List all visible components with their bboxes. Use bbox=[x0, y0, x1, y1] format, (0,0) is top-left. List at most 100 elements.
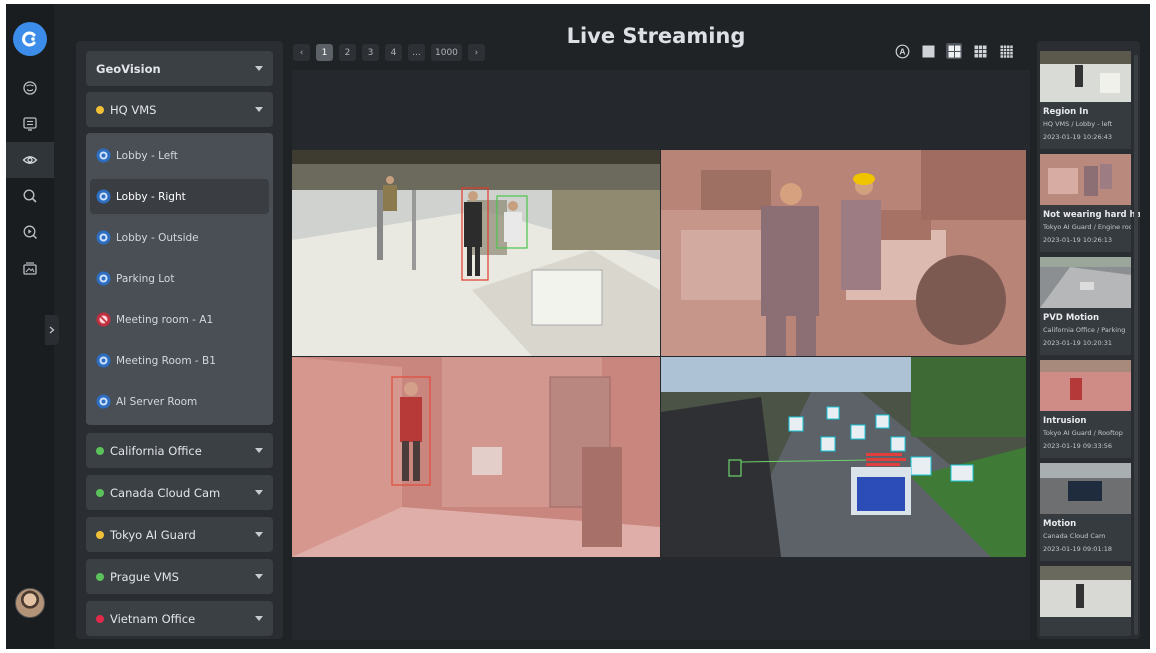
tree-group-prague-vms[interactable]: Prague VMS bbox=[86, 559, 273, 594]
logo-icon bbox=[22, 31, 36, 47]
pager-page-2[interactable]: 2 bbox=[339, 44, 356, 61]
pager-page-4[interactable]: 4 bbox=[385, 44, 402, 61]
auto-layout-button[interactable]: A bbox=[894, 43, 910, 59]
highway-camera-feed bbox=[661, 357, 1026, 557]
tree-group-canada-cloud-cam[interactable]: Canada Cloud Cam bbox=[86, 475, 273, 510]
camera-ok-icon bbox=[96, 353, 111, 368]
camera-item-lobby-right[interactable]: Lobby - Right bbox=[90, 179, 269, 214]
event-source: HQ VMS / Lobby - left bbox=[1043, 120, 1113, 128]
rail-item-face[interactable] bbox=[6, 70, 54, 106]
caret-down-icon[interactable] bbox=[255, 448, 263, 453]
status-dot-green bbox=[96, 446, 104, 455]
event-thumbnail bbox=[1040, 566, 1131, 617]
event-card[interactable] bbox=[1040, 566, 1131, 636]
layout-switcher: A bbox=[894, 43, 1014, 59]
video-tile-lobby[interactable] bbox=[292, 150, 660, 356]
rail-item-search[interactable] bbox=[6, 178, 54, 214]
event-title: PVD Motion bbox=[1043, 313, 1099, 323]
layout-3x3-icon bbox=[974, 45, 986, 57]
video-tile-highway[interactable] bbox=[661, 357, 1026, 557]
layout-2x2-button[interactable] bbox=[946, 43, 962, 59]
event-title: Region In bbox=[1043, 107, 1089, 117]
event-card[interactable]: Intrusion Tokyo AI Guard / Rooftop 2023-… bbox=[1040, 360, 1131, 458]
rail-item-live-view[interactable] bbox=[6, 142, 54, 178]
panel-expand-button[interactable] bbox=[45, 315, 59, 345]
group-label: Canada Cloud Cam bbox=[110, 485, 221, 500]
camera-item-parking-lot[interactable]: Parking Lot bbox=[90, 261, 269, 296]
event-card[interactable]: PVD Motion California Office / Parking 2… bbox=[1040, 257, 1131, 355]
tree-group-hq-vms[interactable]: HQ VMS bbox=[86, 92, 273, 127]
tree-group-tokyo-ai-guard[interactable]: Tokyo AI Guard bbox=[86, 517, 273, 552]
camera-label: Meeting Room - B1 bbox=[116, 354, 216, 367]
tree-group-california-office[interactable]: California Office bbox=[86, 433, 273, 468]
layout-1x1-icon bbox=[922, 45, 934, 57]
event-title: Intrusion bbox=[1043, 416, 1087, 426]
pager-next-button[interactable]: › bbox=[467, 44, 485, 61]
event-source: Tokyo AI Guard / Engine room bbox=[1043, 223, 1131, 231]
rail-item-playback[interactable] bbox=[6, 214, 54, 250]
status-dot-yellow bbox=[96, 105, 104, 114]
smile-face-icon bbox=[23, 81, 37, 95]
group-label: Vietnam Office bbox=[110, 611, 196, 626]
camera-ok-icon bbox=[96, 148, 111, 163]
rail-item-gallery[interactable] bbox=[6, 250, 54, 286]
layout-4x4-button[interactable] bbox=[998, 43, 1014, 59]
caret-down-icon[interactable] bbox=[255, 616, 263, 621]
geovision-logo[interactable] bbox=[13, 22, 47, 56]
event-thumbnail bbox=[1040, 360, 1131, 411]
app-window: GeoVision HQ VMS Lobby - Left Lobby - Ri… bbox=[6, 4, 1150, 649]
camera-item-lobby-left[interactable]: Lobby - Left bbox=[90, 138, 269, 173]
group-label: Tokyo AI Guard bbox=[110, 527, 196, 542]
event-thumbnail bbox=[1040, 257, 1131, 308]
camera-ok-icon bbox=[96, 230, 111, 245]
tree-root-label: GeoVision bbox=[96, 61, 161, 76]
auto-layout-icon: A bbox=[895, 44, 909, 58]
meeting-room-camera-feed bbox=[292, 357, 660, 557]
lobby-camera-feed bbox=[292, 150, 660, 356]
eye-icon bbox=[22, 156, 38, 164]
camera-error-icon bbox=[96, 312, 111, 327]
video-tile-meeting-room[interactable] bbox=[292, 357, 660, 557]
caret-down-icon[interactable] bbox=[255, 574, 263, 579]
caret-down-icon[interactable] bbox=[255, 66, 263, 71]
event-panel: Region In HQ VMS / Lobby - left 2023-01-… bbox=[1037, 41, 1140, 639]
layout-1x1-button[interactable] bbox=[920, 43, 936, 59]
pager-page-1[interactable]: 1 bbox=[316, 44, 333, 61]
event-time: 2023-01-19 10:20:31 bbox=[1043, 339, 1113, 347]
camera-item-ai-server-room[interactable]: AI Server Room bbox=[90, 384, 269, 419]
video-tile-engine-room[interactable] bbox=[661, 150, 1026, 356]
camera-item-meeting-room-a1[interactable]: Meeting room - A1 bbox=[90, 302, 269, 337]
camera-label: Lobby - Outside bbox=[116, 231, 199, 244]
camera-label: AI Server Room bbox=[116, 395, 198, 408]
play-search-icon bbox=[23, 225, 38, 240]
status-dot-yellow bbox=[96, 530, 104, 539]
layout-4x4-icon bbox=[1000, 45, 1013, 58]
event-thumbnail bbox=[1040, 463, 1131, 514]
event-card[interactable]: Not wearing hard hats Tokyo AI Guard / E… bbox=[1040, 154, 1140, 252]
event-card[interactable]: Motion Canada Cloud Cam 2023-01-19 09:01… bbox=[1040, 463, 1131, 561]
pager-prev-button[interactable]: ‹ bbox=[293, 44, 310, 61]
caret-down-icon[interactable] bbox=[255, 532, 263, 537]
pager-page-3[interactable]: 3 bbox=[362, 44, 379, 61]
event-card[interactable]: Region In HQ VMS / Lobby - left 2023-01-… bbox=[1040, 51, 1131, 149]
status-dot-green bbox=[96, 488, 104, 497]
event-thumbnail bbox=[1040, 51, 1131, 102]
caret-down-icon[interactable] bbox=[255, 107, 263, 112]
event-panel-scrollbar[interactable] bbox=[1134, 55, 1138, 635]
camera-label: Parking Lot bbox=[116, 272, 175, 285]
pager-page-1000[interactable]: 1000 bbox=[431, 44, 462, 61]
layout-2x2-icon bbox=[948, 45, 960, 57]
event-source: Tokyo AI Guard / Rooftop bbox=[1043, 429, 1123, 437]
event-time: 2023-01-19 10:26:43 bbox=[1043, 133, 1113, 141]
tree-group-vietnam-office[interactable]: Vietnam Office bbox=[86, 601, 273, 636]
caret-down-icon[interactable] bbox=[255, 490, 263, 495]
event-time: 2023-01-19 09:01:18 bbox=[1043, 545, 1113, 553]
camera-label: Lobby - Left bbox=[116, 149, 178, 162]
layout-3x3-button[interactable] bbox=[972, 43, 988, 59]
rail-item-monitor[interactable] bbox=[6, 106, 54, 142]
camera-item-meeting-room-b1[interactable]: Meeting Room - B1 bbox=[90, 343, 269, 378]
tree-root-geovision[interactable]: GeoVision bbox=[86, 51, 273, 86]
user-avatar[interactable] bbox=[15, 588, 45, 618]
status-dot-green bbox=[96, 572, 104, 581]
camera-item-lobby-outside[interactable]: Lobby - Outside bbox=[90, 220, 269, 255]
